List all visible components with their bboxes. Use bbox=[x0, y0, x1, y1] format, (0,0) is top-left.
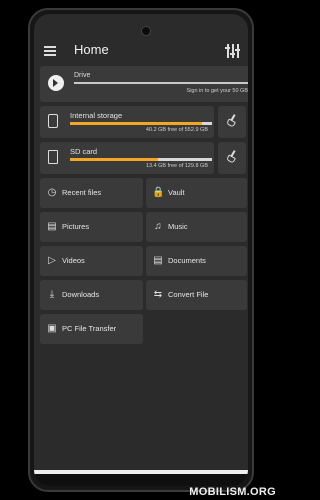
download-icon: ⤓ bbox=[49, 289, 55, 300]
play-icon: ▷ bbox=[48, 255, 56, 266]
tile-label: Convert File bbox=[168, 290, 209, 299]
drive-label: Drive bbox=[74, 72, 91, 79]
pc-transfer-icon: ▣ bbox=[47, 323, 57, 334]
tile-label: Downloads bbox=[62, 290, 100, 299]
document-icon: ▤ bbox=[153, 255, 163, 266]
storage-info: 40.2 GB free of 552.9 GB bbox=[145, 127, 208, 133]
tile-label: Pictures bbox=[62, 222, 90, 231]
broom-icon bbox=[226, 114, 238, 128]
storage-bar-fill bbox=[70, 158, 159, 161]
storage-bar-fill bbox=[70, 122, 203, 125]
tile-convert-file[interactable]: ⇆ Convert File bbox=[146, 280, 247, 310]
sd-card-card[interactable]: SD card 13.4 GB free of 129.8 GB bbox=[40, 142, 214, 174]
vault-icon: 🔒 bbox=[152, 187, 165, 198]
tile-label: Music bbox=[168, 222, 188, 231]
pictures-icon: ▤ bbox=[47, 221, 57, 232]
tile-downloads[interactable]: ⤓ Downloads bbox=[40, 280, 143, 310]
tile-label: Documents bbox=[168, 256, 206, 265]
phone-frame: Home Drive Sign in to get your 50 GB Int… bbox=[28, 8, 254, 492]
tile-vault[interactable]: 🔒 Vault bbox=[146, 178, 247, 208]
tile-label: Videos bbox=[62, 256, 85, 265]
clean-sd-button[interactable] bbox=[218, 142, 246, 174]
music-icon: ♫ bbox=[154, 221, 162, 232]
app-screen: Home Drive Sign in to get your 50 GB Int… bbox=[34, 14, 248, 486]
tile-pc-file-transfer[interactable]: ▣ PC File Transfer bbox=[40, 314, 143, 344]
storage-bar bbox=[70, 158, 212, 161]
tile-videos[interactable]: ▷ Videos bbox=[40, 246, 143, 276]
tile-label: Vault bbox=[168, 188, 185, 197]
tile-recent-files[interactable]: ◷ Recent files bbox=[40, 178, 143, 208]
drive-subtitle: Sign in to get your 50 GB bbox=[186, 88, 248, 94]
drive-card[interactable]: Drive Sign in to get your 50 GB bbox=[40, 66, 248, 102]
internal-storage-card[interactable]: Internal storage 40.2 GB free of 552.9 G… bbox=[40, 106, 214, 138]
convert-icon: ⇆ bbox=[153, 289, 163, 300]
phone-icon bbox=[48, 114, 58, 128]
tile-label: PC File Transfer bbox=[62, 324, 117, 333]
tile-music[interactable]: ♫ Music bbox=[146, 212, 247, 242]
system-nav-bar bbox=[34, 474, 248, 486]
storage-info: 13.4 GB free of 129.8 GB bbox=[145, 163, 208, 169]
storage-label: SD card bbox=[70, 147, 98, 156]
drive-progress bbox=[74, 82, 248, 84]
tile-pictures[interactable]: ▤ Pictures bbox=[40, 212, 143, 242]
sd-card-icon bbox=[48, 150, 58, 164]
broom-icon bbox=[226, 150, 238, 164]
page-title: Home bbox=[74, 42, 109, 57]
storage-label: Internal storage bbox=[70, 111, 123, 120]
hamburger-menu-icon[interactable] bbox=[44, 46, 56, 56]
watermark: MOBILISM.ORG bbox=[189, 486, 276, 498]
settings-sliders-icon[interactable] bbox=[225, 44, 240, 58]
storage-bar bbox=[70, 122, 212, 125]
top-app-bar: Home bbox=[34, 32, 248, 66]
tile-documents[interactable]: ▤ Documents bbox=[146, 246, 247, 276]
tile-label: Recent files bbox=[62, 188, 102, 197]
drive-icon bbox=[48, 75, 64, 91]
clean-internal-button[interactable] bbox=[218, 106, 246, 138]
clock-icon: ◷ bbox=[47, 187, 57, 198]
